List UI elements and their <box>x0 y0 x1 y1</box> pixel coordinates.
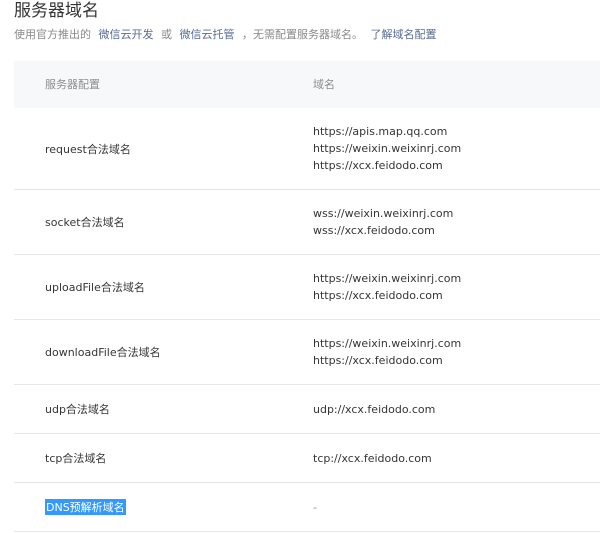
table-row-downloadfile: downloadFile合法域名 https://weixin.weixinrj… <box>14 320 600 385</box>
row-label: uploadFile合法域名 <box>45 281 145 294</box>
row-domains: udp://xcx.feidodo.com <box>313 385 435 433</box>
domain-value: https://apis.map.qq.com <box>313 125 448 138</box>
row-label: DNS预解析域名 <box>45 483 126 531</box>
table-header: 服务器配置 域名 <box>14 61 600 108</box>
description-or: 或 <box>161 28 172 41</box>
domain-value: https://xcx.feidodo.com <box>313 289 443 302</box>
domain-value: https://xcx.feidodo.com <box>313 354 443 367</box>
row-label: socket合法域名 <box>45 216 125 229</box>
row-label: request合法域名 <box>45 142 131 156</box>
domain-value: https://weixin.weixinrj.com <box>313 272 462 285</box>
table-row-udp: udp合法域名 udp://xcx.feidodo.com <box>14 385 600 434</box>
cloud-hosting-link[interactable]: 微信云托管 <box>180 28 235 41</box>
description: 使用官方推出的 微信云开发 或 微信云托管 ，无需配置服务器域名。 了解域名配置 <box>14 28 437 42</box>
table-row-socket: socket合法域名 wss://weixin.weixinrj.com wss… <box>14 190 600 255</box>
column-header-config: 服务器配置 <box>45 78 100 91</box>
row-domains: https://weixin.weixinrj.com https://xcx.… <box>313 320 461 384</box>
domain-value: tcp://xcx.feidodo.com <box>313 451 432 465</box>
domain-value: wss://weixin.weixinrj.com <box>313 207 454 220</box>
domain-value: wss://xcx.feidodo.com <box>313 224 435 237</box>
server-domain-table: 服务器配置 域名 request合法域名 https://apis.map.qq… <box>14 61 600 532</box>
domain-value: - <box>313 500 317 514</box>
table-row-uploadfile: uploadFile合法域名 https://weixin.weixinrj.c… <box>14 255 600 320</box>
row-domains: tcp://xcx.feidodo.com <box>313 434 432 482</box>
row-domains: - <box>313 483 317 531</box>
row-label: udp合法域名 <box>45 403 110 416</box>
selected-text[interactable]: DNS预解析域名 <box>45 499 126 515</box>
page-title: 服务器域名 <box>14 1 99 21</box>
description-prefix: 使用官方推出的 <box>14 28 91 41</box>
learn-domain-config-link[interactable]: 了解域名配置 <box>371 28 437 41</box>
row-domains: https://apis.map.qq.com https://weixin.w… <box>313 108 461 189</box>
column-header-domain: 域名 <box>313 78 335 91</box>
row-domains: wss://weixin.weixinrj.com wss://xcx.feid… <box>313 190 453 254</box>
table-row-dns-prefetch: DNS预解析域名 - <box>14 483 600 532</box>
domain-value: https://weixin.weixinrj.com <box>313 337 462 350</box>
row-label: tcp合法域名 <box>45 452 107 465</box>
table-row-request: request合法域名 https://apis.map.qq.com http… <box>14 108 600 190</box>
cloudbase-link[interactable]: 微信云开发 <box>99 28 154 41</box>
row-domains: https://weixin.weixinrj.com https://xcx.… <box>313 255 461 319</box>
table-row-tcp: tcp合法域名 tcp://xcx.feidodo.com <box>14 434 600 483</box>
domain-value: udp://xcx.feidodo.com <box>313 402 436 416</box>
row-label: downloadFile合法域名 <box>45 346 161 359</box>
domain-value: https://xcx.feidodo.com <box>313 159 443 172</box>
description-suffix: ，无需配置服务器域名。 <box>242 28 363 41</box>
domain-value: https://weixin.weixinrj.com <box>313 142 462 155</box>
